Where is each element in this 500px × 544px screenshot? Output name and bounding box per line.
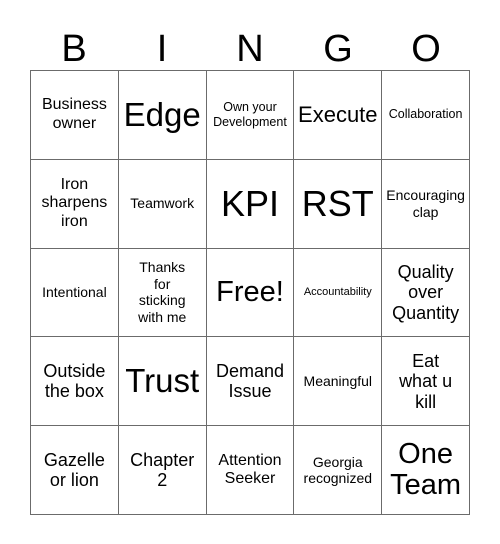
bingo-cell-r3c2[interactable]: Thanks for sticking with me [118, 248, 207, 338]
bingo-header-letter-g: G [323, 28, 353, 70]
bingo-cell-r5c4[interactable]: Georgia recognized [294, 426, 383, 515]
bingo-cell-label: Chapter 2 [130, 449, 195, 491]
bingo-cell-label: Collaboration [388, 107, 463, 122]
bingo-cell-label: Intentional [42, 284, 107, 301]
bingo-cell-label: Eat what u kill [399, 350, 453, 412]
bingo-cell-label: Outside the box [43, 360, 106, 402]
bingo-cell-r4c2[interactable]: Trust [118, 337, 207, 427]
bingo-cell-r1c4[interactable]: Execute [294, 71, 383, 160]
bingo-cell-r2c2[interactable]: Teamwork [118, 159, 207, 249]
bingo-cell-r3c1[interactable]: Intentional [31, 248, 119, 338]
bingo-cell-r1c1[interactable]: Business owner [31, 71, 119, 160]
bingo-cell-label: Georgia recognized [303, 453, 373, 487]
bingo-cell-label: Thanks for sticking with me [138, 259, 187, 325]
bingo-cell-r5c2[interactable]: Chapter 2 [118, 426, 207, 515]
bingo-cell-r5c3[interactable]: Attention Seeker [206, 426, 295, 515]
bingo-cell-label: Business owner [41, 96, 107, 132]
bingo-cell-label: Encouraging clap [386, 187, 465, 220]
bingo-cell-label: Free! [216, 275, 284, 308]
bingo-header-letter-i: I [156, 28, 168, 70]
bingo-cell-r4c5[interactable]: Eat what u kill [382, 337, 470, 427]
bingo-cell-label: Accountability [303, 285, 372, 298]
bingo-cell-label: Attention Seeker [218, 451, 282, 488]
bingo-cell-label: One Team [390, 437, 462, 502]
bingo-header-row: B I N G O [30, 14, 470, 70]
bingo-cell-r4c1[interactable]: Outside the box [31, 337, 119, 427]
bingo-cell-r2c1[interactable]: Iron sharpens iron [31, 159, 119, 249]
bingo-cell-r2c5[interactable]: Encouraging clap [382, 159, 470, 249]
bingo-cell-label: Edge [123, 95, 201, 133]
bingo-header-letter-n: N [236, 28, 264, 70]
bingo-cell-r1c2[interactable]: Edge [118, 71, 207, 160]
bingo-cell-r2c3[interactable]: KPI [206, 159, 295, 249]
bingo-grid: Business owner Edge Own your Development… [30, 70, 470, 515]
bingo-cell-label: KPI [220, 183, 279, 225]
bingo-cell-r2c4[interactable]: RST [294, 159, 383, 249]
bingo-cell-label: Trust [125, 361, 200, 399]
bingo-cell-r4c4[interactable]: Meaningful [294, 337, 383, 427]
bingo-cell-label: Gazelle or lion [43, 449, 105, 491]
bingo-header-letter-b: B [61, 28, 87, 70]
bingo-cell-label: Execute [298, 101, 378, 127]
bingo-cell-r1c5[interactable]: Collaboration [382, 71, 470, 160]
bingo-cell-label: Demand Issue [215, 360, 285, 402]
bingo-header-letter-o: O [411, 28, 441, 70]
bingo-card: B I N G O Business owner Edge Own your D… [0, 0, 500, 544]
bingo-cell-r3c5[interactable]: Quality over Quantity [382, 248, 470, 338]
bingo-cell-r5c1[interactable]: Gazelle or lion [31, 426, 119, 515]
bingo-cell-r5c5[interactable]: One Team [382, 426, 470, 515]
bingo-cell-label: Meaningful [303, 373, 373, 390]
bingo-cell-label: RST [301, 183, 374, 225]
bingo-cell-label: Iron sharpens iron [41, 175, 108, 230]
bingo-cell-label: Quality over Quantity [392, 261, 460, 323]
bingo-cell-label: Teamwork [130, 195, 195, 212]
bingo-cell-label: Own your Development [213, 99, 287, 129]
bingo-cell-free-space[interactable]: Free! [206, 248, 295, 338]
bingo-cell-r3c4[interactable]: Accountability [294, 248, 383, 338]
bingo-cell-r1c3[interactable]: Own your Development [206, 71, 295, 160]
bingo-cell-r4c3[interactable]: Demand Issue [206, 337, 295, 427]
